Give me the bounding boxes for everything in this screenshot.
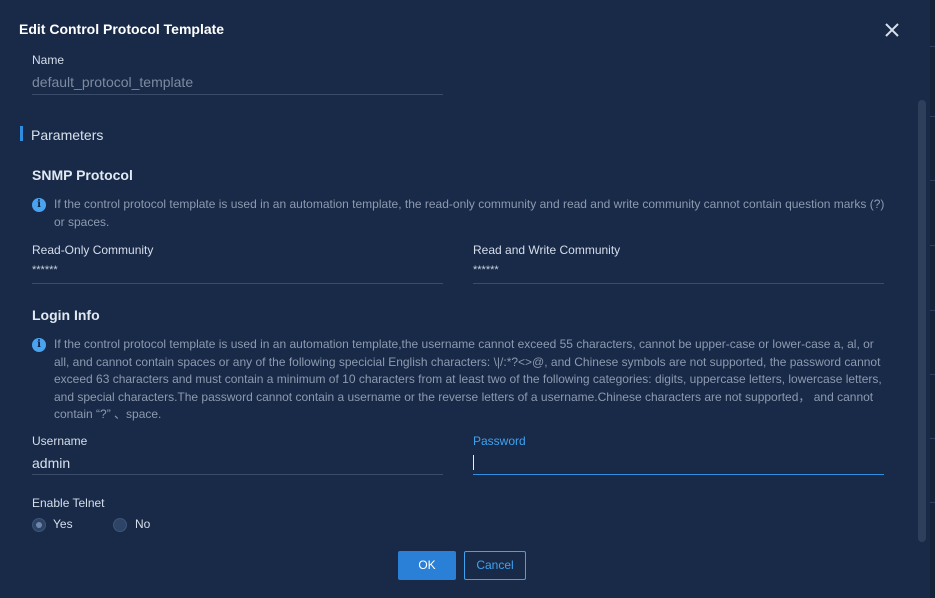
info-icon: i <box>32 338 46 352</box>
ok-button[interactable]: OK <box>398 551 456 580</box>
username-input[interactable]: admin <box>32 455 70 471</box>
telnet-yes-radio[interactable] <box>32 518 46 532</box>
text-cursor <box>473 455 474 470</box>
name-field-underline <box>32 94 443 95</box>
telnet-no-label[interactable]: No <box>135 517 150 531</box>
section-marker <box>20 126 23 141</box>
snmp-title: SNMP Protocol <box>32 167 133 183</box>
read-write-community-input[interactable]: ****** <box>473 264 499 276</box>
cancel-button[interactable]: Cancel <box>464 551 526 580</box>
read-write-underline <box>473 283 884 284</box>
telnet-yes-label[interactable]: Yes <box>53 517 73 531</box>
info-icon: i <box>32 198 46 212</box>
close-icon[interactable] <box>881 19 903 41</box>
parameters-title: Parameters <box>31 127 104 143</box>
background-panel-edge <box>930 0 935 598</box>
read-only-community-label: Read-Only Community <box>32 243 154 257</box>
name-label: Name <box>32 53 65 67</box>
dialog-title: Edit Control Protocol Template <box>19 21 225 37</box>
read-write-community-label: Read and Write Community <box>473 243 621 257</box>
telnet-no-radio[interactable] <box>113 518 127 532</box>
read-only-underline <box>32 283 443 284</box>
snmp-info-text: If the control protocol template is used… <box>54 197 885 229</box>
username-label: Username <box>32 434 88 448</box>
password-label: Password <box>473 434 526 448</box>
login-info-text: If the control protocol template is used… <box>54 337 882 421</box>
scrollbar[interactable] <box>918 100 926 542</box>
enable-telnet-label: Enable Telnet <box>32 496 105 510</box>
username-underline <box>32 474 443 475</box>
login-info-title: Login Info <box>32 307 100 323</box>
edit-template-dialog: Edit Control Protocol Template Name defa… <box>0 0 930 598</box>
read-only-community-input[interactable]: ****** <box>32 264 58 276</box>
name-field[interactable]: default_protocol_template <box>32 74 193 90</box>
password-underline <box>473 474 884 475</box>
